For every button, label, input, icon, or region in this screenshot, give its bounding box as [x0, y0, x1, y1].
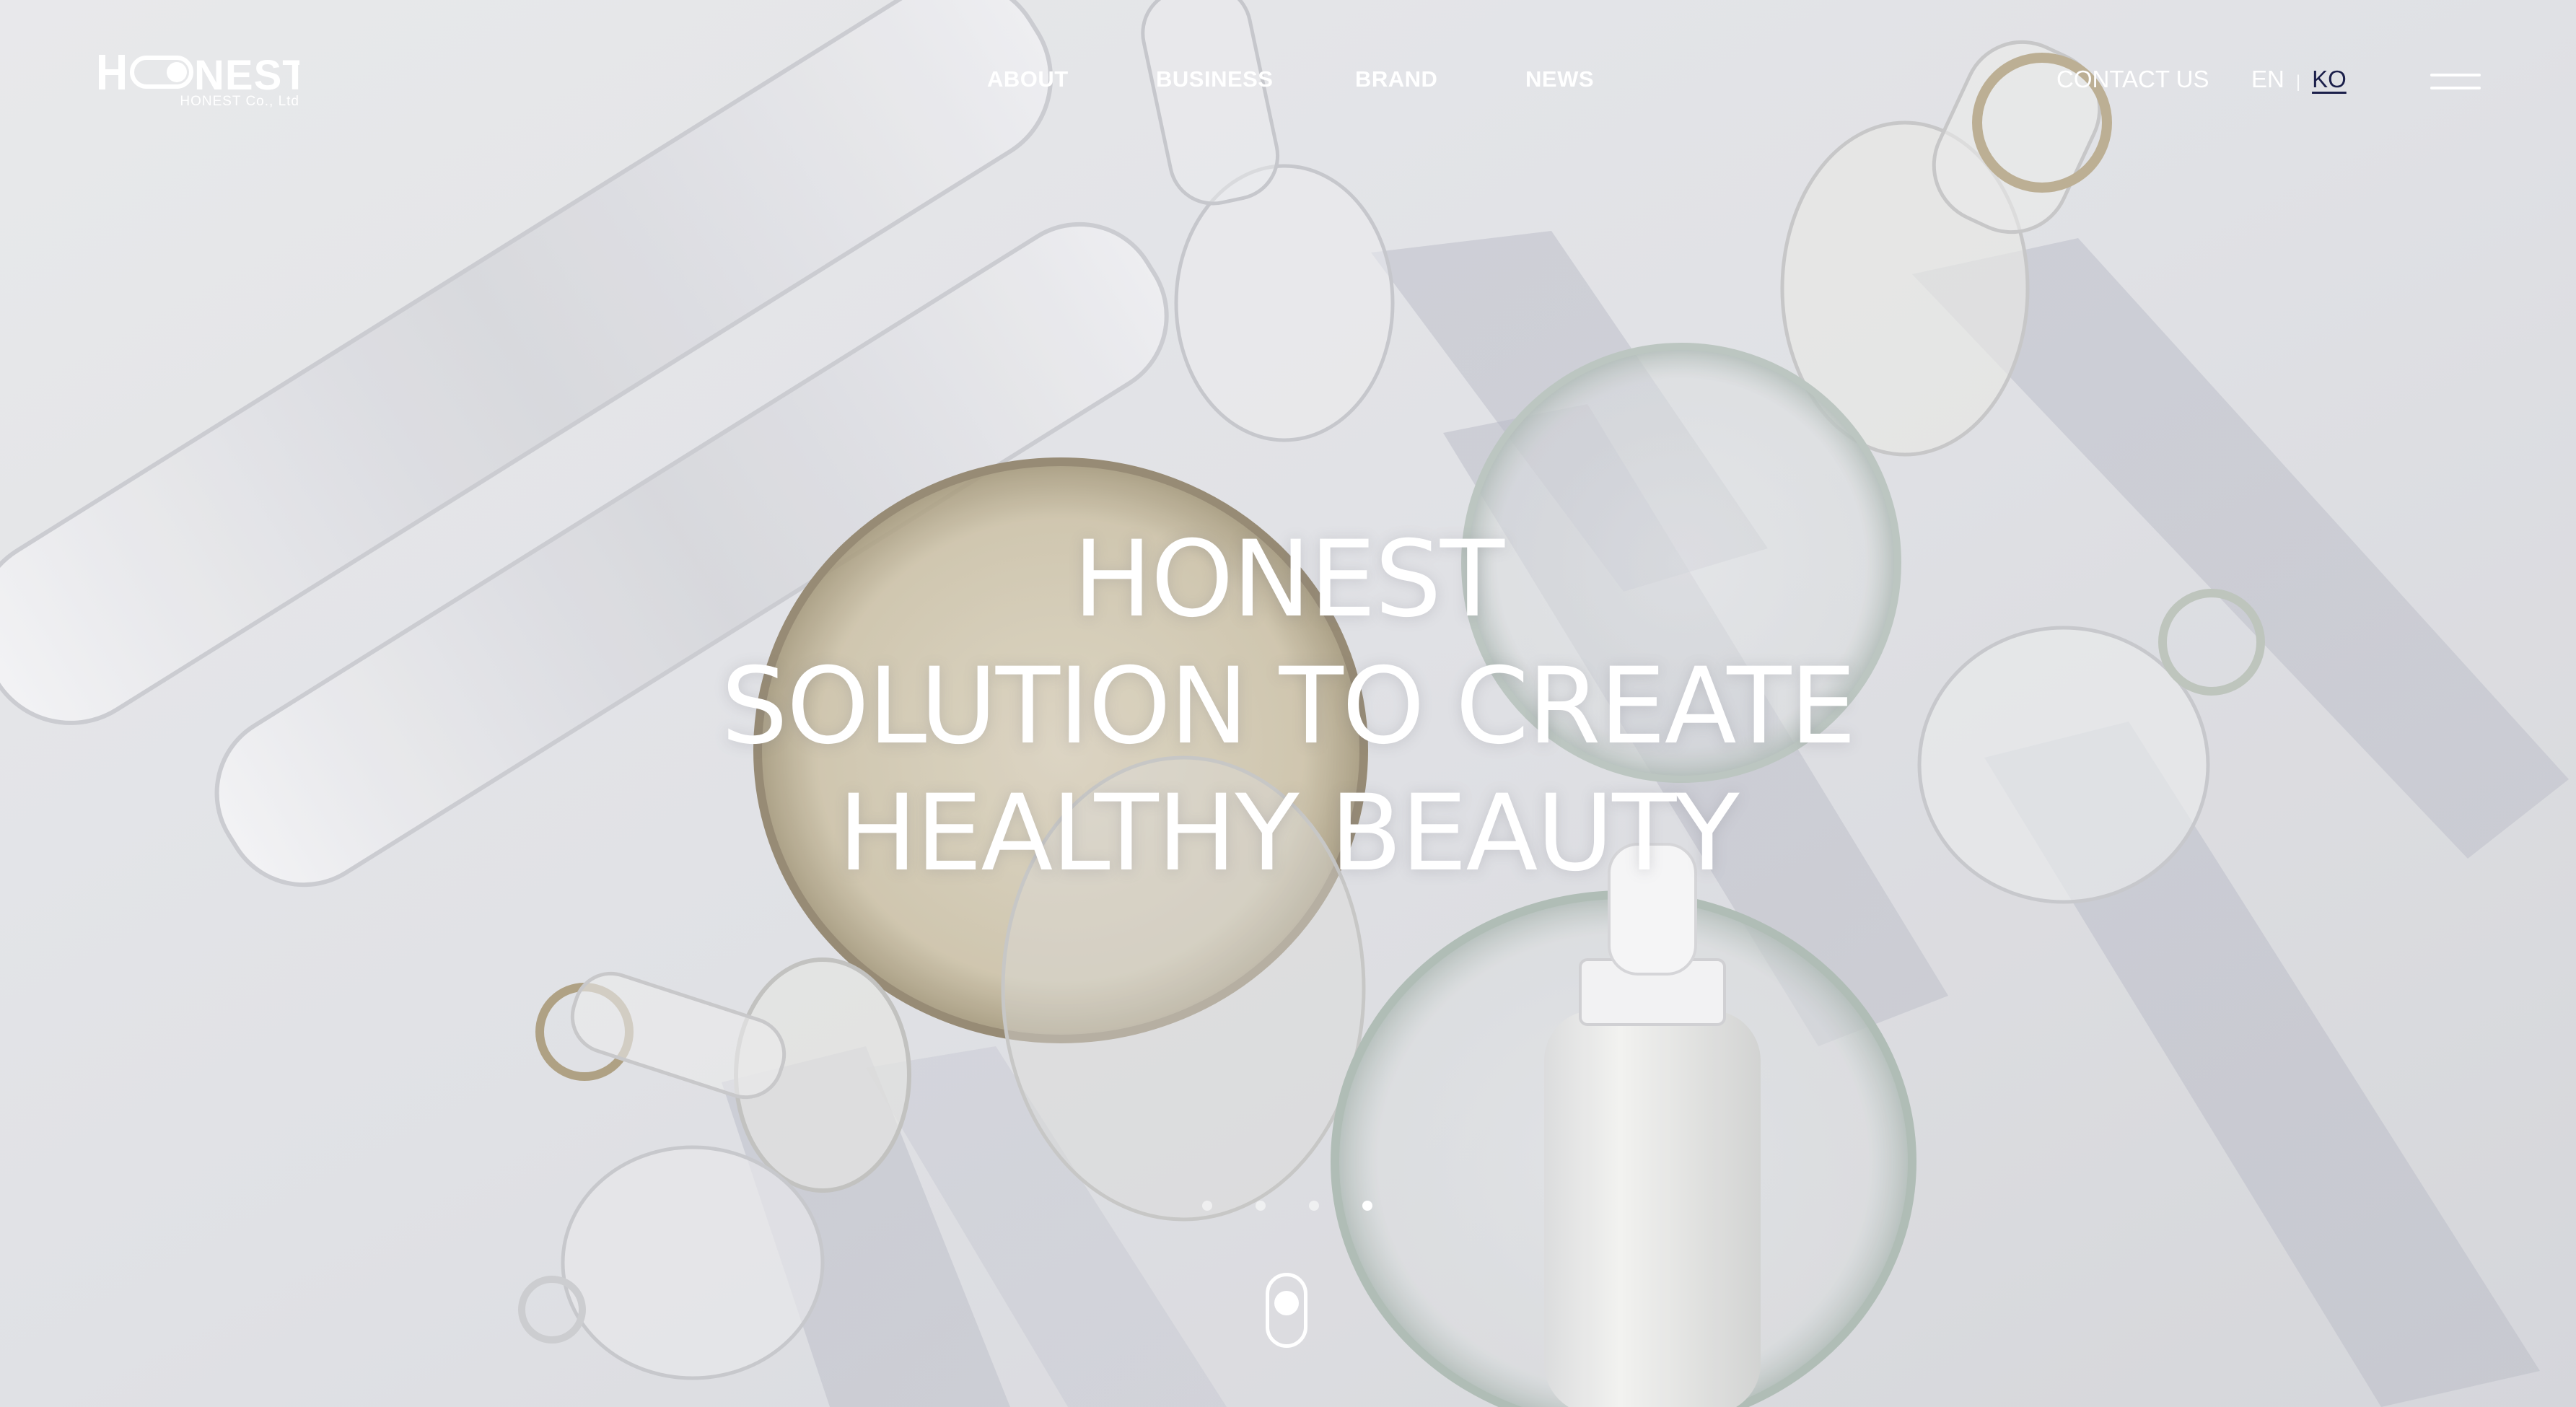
lang-en[interactable]: EN: [2251, 66, 2284, 92]
hamburger-menu-icon[interactable]: [2430, 71, 2481, 94]
slider-dot-4[interactable]: [1362, 1201, 1372, 1211]
slider-dot-1[interactable]: [1202, 1201, 1212, 1211]
menu-line: [2430, 74, 2481, 76]
scroll-mouse-icon[interactable]: [1266, 1273, 1307, 1348]
nav-news[interactable]: NEWS: [1525, 65, 1594, 94]
nav-about[interactable]: ABOUT: [987, 65, 1069, 94]
honest-logo[interactable]: NEST HONEST Co., Ltd: [97, 49, 299, 113]
hero-headline: HONEST SOLUTION TO CREATE HEALTHY BEAUTY: [0, 516, 2576, 897]
slider-pagination: [1202, 1201, 1383, 1212]
svg-text:NEST: NEST: [194, 52, 299, 95]
nav-brand[interactable]: BRAND: [1355, 65, 1437, 94]
menu-line: [2430, 87, 2481, 89]
lang-ko[interactable]: KO: [2312, 66, 2347, 92]
lang-separator: |: [2295, 72, 2301, 92]
site-header: NEST HONEST Co., Ltd ABOUT BUSINESS BRAN…: [0, 0, 2576, 166]
nav-business[interactable]: BUSINESS: [1156, 65, 1273, 94]
page: NEST HONEST Co., Ltd ABOUT BUSINESS BRAN…: [0, 0, 2576, 1407]
headline-line: HONEST: [1072, 518, 1504, 641]
slider-dot-3[interactable]: [1309, 1201, 1319, 1211]
logo-subtitle: HONEST Co., Ltd: [180, 94, 299, 109]
logo-wordmark-icon: NEST: [99, 52, 299, 95]
language-switcher: EN | KO: [2251, 65, 2347, 97]
headline-line: SOLUTION TO CREATE: [721, 645, 1856, 768]
scroll-wheel: [1274, 1291, 1299, 1315]
slider-dot-2[interactable]: [1256, 1201, 1266, 1211]
contact-us-link[interactable]: CONTACT US: [2056, 65, 2209, 94]
headline-line: HEALTHY BEAUTY: [838, 772, 1739, 895]
